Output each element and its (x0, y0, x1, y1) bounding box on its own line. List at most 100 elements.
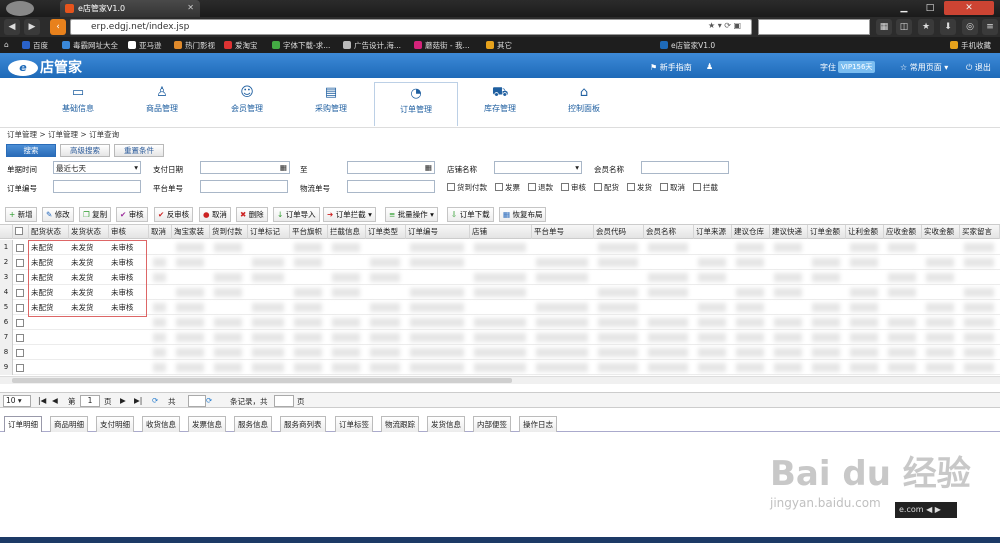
advanced-search-button[interactable]: 高级搜索 (60, 144, 110, 157)
check-cod[interactable]: 货到付款 (447, 182, 487, 193)
bookmark-item[interactable]: 字体下载-求... (272, 40, 330, 51)
reload-icon[interactable]: ⟳ (206, 396, 212, 405)
import-button[interactable]: ↓ 订单导入 (273, 207, 320, 222)
tab-detail-8[interactable]: 物流跟踪 (381, 416, 419, 432)
bookmark-item[interactable]: 亚马逊 (128, 40, 162, 51)
column-header[interactable]: 应收金额 (884, 225, 922, 239)
column-header[interactable]: 淘宝家装 (172, 225, 210, 239)
row-checkbox[interactable] (16, 349, 24, 357)
bookmark-item[interactable]: 蘑菇街 - 我... (414, 40, 470, 51)
column-header[interactable]: 买家留言 (960, 225, 1000, 239)
check-invoice[interactable]: 发票 (495, 182, 520, 193)
tab-detail-1[interactable]: 商品明细 (50, 416, 88, 432)
maximize-icon[interactable]: □ (918, 1, 942, 15)
bookmark-item[interactable]: 毒霸网址大全 (62, 40, 118, 51)
table-row[interactable]: 5 未配货 未发货 未审核 (0, 300, 1000, 315)
column-header[interactable]: 取消 (149, 225, 172, 239)
browser-tab[interactable]: e店管家V1.0 ✕ (60, 0, 200, 17)
bookmark-folder[interactable]: 手机收藏 (950, 40, 991, 51)
horizontal-scrollbar[interactable] (0, 376, 1000, 384)
bookmark-item[interactable]: e店管家V1.0 (660, 40, 715, 51)
module-inventory[interactable]: ⛟ 库存管理 (458, 82, 542, 124)
tab-detail-9[interactable]: 发货信息 (427, 416, 465, 432)
batch-button[interactable]: ≡ 批量操作 ▾ (385, 207, 438, 222)
tab-detail-10[interactable]: 内部便签 (473, 416, 511, 432)
next-page-icon[interactable]: ▶ (120, 396, 126, 405)
bookmark-item[interactable]: 广告设计,海... (343, 40, 401, 51)
close-window-icon[interactable]: ✕ (944, 1, 994, 15)
column-header[interactable]: 审核 (109, 225, 149, 239)
browser-search-box[interactable] (758, 19, 870, 35)
column-header[interactable]: 拦截信息 (328, 225, 366, 239)
module-product[interactable]: ♙ 商品管理 (120, 82, 204, 124)
module-control-panel[interactable]: ⌂ 控制面板 (542, 82, 626, 124)
check-refund[interactable]: 退款 (528, 182, 553, 193)
column-header[interactable]: 让利金额 (846, 225, 884, 239)
star-icon[interactable]: ★ ▾ ⟳ ▣ (708, 21, 741, 30)
search-button[interactable]: 搜索 (6, 144, 56, 157)
forward-icon[interactable]: ▶ (24, 19, 40, 35)
reset-button[interactable]: 重置条件 (114, 144, 164, 157)
grid-icon[interactable]: ▦ (876, 19, 892, 35)
column-header[interactable]: 平台单号 (532, 225, 594, 239)
module-basic-info[interactable]: ▭ 基础信息 (36, 82, 120, 124)
game-icon[interactable]: ◎ (962, 19, 978, 35)
audit-button[interactable]: ✔ 审核 (116, 207, 148, 222)
logout-link[interactable]: ⏻ 退出 (966, 62, 991, 73)
row-checkbox[interactable] (16, 304, 24, 312)
check-shipping[interactable]: 发货 (627, 182, 652, 193)
tab-order-detail[interactable]: 订单明细 (4, 416, 42, 432)
column-header[interactable]: 订单金额 (808, 225, 846, 239)
prev-page-icon[interactable]: ◀ (52, 396, 58, 405)
tab-detail-11[interactable]: 操作日志 (519, 416, 557, 432)
cancel-button[interactable]: ● 取消 (199, 207, 231, 222)
first-page-icon[interactable]: |◀ (38, 396, 46, 405)
module-order[interactable]: ◔ 订单管理 (374, 82, 458, 126)
module-purchase[interactable]: ▤ 采购管理 (289, 82, 373, 124)
column-header[interactable]: 配货状态 (29, 225, 69, 239)
column-header[interactable]: 发货状态 (69, 225, 109, 239)
restore-layout-button[interactable]: ▦ 恢复布局 (499, 207, 547, 222)
edit-button[interactable]: ✎ 修改 (42, 207, 74, 222)
order-time-select[interactable]: 最近七天 ▾ (53, 161, 141, 174)
row-checkbox[interactable] (16, 274, 24, 282)
row-checkbox[interactable] (16, 259, 24, 267)
intercept-button[interactable]: ➜ 订单拦截 ▾ (323, 207, 376, 222)
minimize-icon[interactable]: ▁ (892, 1, 916, 15)
pay-date-from[interactable]: ▦ (200, 161, 290, 174)
favorite-icon[interactable]: ★ (918, 19, 934, 35)
table-row[interactable]: 3 未配货 未发货 未审核 (0, 270, 1000, 285)
check-audit[interactable]: 审核 (561, 182, 586, 193)
column-header[interactable]: 订单来源 (694, 225, 732, 239)
tab-detail-7[interactable]: 订单标签 (335, 416, 373, 432)
row-checkbox[interactable] (16, 289, 24, 297)
table-row[interactable]: 1 未配货 未发货 未审核 (0, 240, 1000, 255)
shop-select[interactable]: ▾ (494, 161, 582, 174)
column-header[interactable]: 平台旗帜 (290, 225, 328, 239)
column-header[interactable]: 店铺 (470, 225, 532, 239)
close-tab-icon[interactable]: ✕ (187, 3, 194, 12)
page-input[interactable]: 1 (80, 395, 100, 407)
row-checkbox[interactable] (16, 244, 24, 252)
column-header[interactable]: 订单标记 (248, 225, 290, 239)
download-button[interactable]: ⇩ 订单下载 (447, 207, 494, 222)
row-checkbox[interactable] (16, 364, 24, 372)
bookmark-item[interactable]: 热门影视 (174, 40, 215, 51)
check-picking[interactable]: 配货 (594, 182, 619, 193)
check-intercept[interactable]: 拦截 (693, 182, 718, 193)
copy-button[interactable]: ❐ 复制 (79, 207, 112, 222)
unaudit-button[interactable]: ✔ 反审核 (154, 207, 194, 222)
table-row[interactable]: 4 未配货 未发货 未审核 (0, 285, 1000, 300)
guide-link[interactable]: ⚑ 新手指南 (650, 62, 692, 73)
menu-icon[interactable]: ≡ (982, 19, 998, 35)
pay-date-to[interactable]: ▦ (347, 161, 435, 174)
column-header[interactable]: 建议仓库 (732, 225, 770, 239)
order-no-input[interactable] (53, 180, 141, 193)
tab-detail-2[interactable]: 支付明细 (96, 416, 134, 432)
row-checkbox[interactable] (16, 319, 24, 327)
table-row[interactable]: 8 (0, 345, 1000, 360)
column-header[interactable]: 货到付款 (210, 225, 248, 239)
common-pages-link[interactable]: ☆ 常用页面 ▾ (900, 62, 948, 73)
column-header[interactable]: 会员代码 (594, 225, 644, 239)
back-icon[interactable]: ◀ (4, 19, 20, 35)
